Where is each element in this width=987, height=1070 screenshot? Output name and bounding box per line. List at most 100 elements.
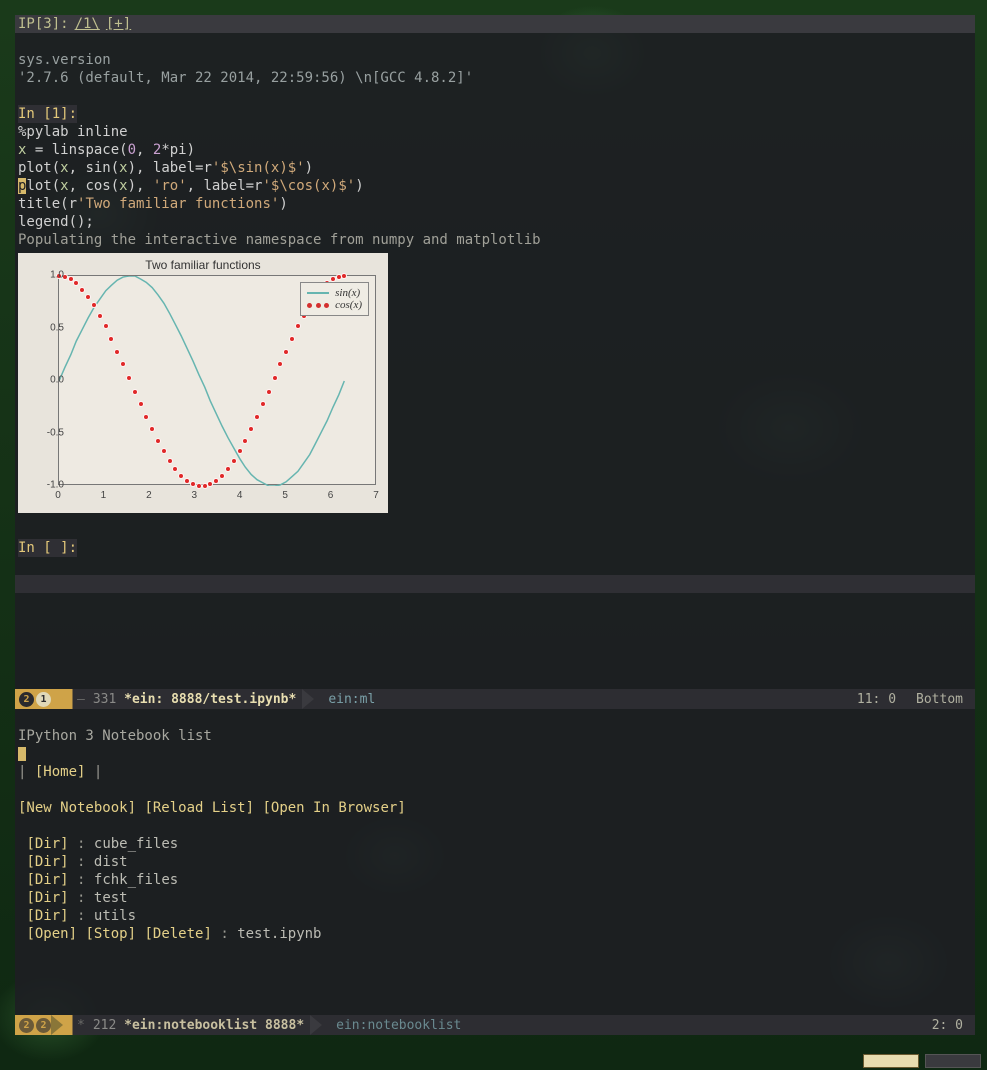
open-button[interactable]: [Open]: [26, 926, 77, 942]
stop-button[interactable]: [Stop]: [85, 926, 136, 942]
data-point: [91, 302, 97, 308]
in-prompt: In [ ]:: [18, 540, 77, 556]
workspace-badge[interactable]: 2: [19, 1018, 34, 1033]
data-point: [260, 401, 266, 407]
data-point: [289, 336, 295, 342]
add-cell-button[interactable]: [+]: [106, 16, 131, 32]
cursor-position: 11: 0: [857, 692, 896, 707]
code-line[interactable]: title(r'Two familiar functions'): [18, 196, 288, 212]
data-point: [172, 466, 178, 472]
modeline-num: 331: [93, 692, 116, 707]
taskbar-item[interactable]: [925, 1054, 981, 1068]
data-point: [143, 414, 149, 420]
data-point: [213, 478, 219, 484]
data-point: [225, 466, 231, 472]
modeline-sep: –: [69, 692, 93, 707]
output-line: '2.7.6 (default, Mar 22 2014, 22:59:56) …: [18, 70, 473, 86]
major-mode: ein:ml: [314, 692, 375, 707]
data-point: [138, 401, 144, 407]
notebook-pane: IP[3]: /1\ [+] sys.version '2.7.6 (defau…: [15, 15, 975, 689]
data-point: [149, 426, 155, 432]
modeline-top: 2 1 – 331 *ein: 8888/test.ipynb* ein:ml …: [15, 689, 975, 709]
data-point: [272, 375, 278, 381]
legend-entry: sin(x): [335, 287, 360, 299]
y-tick: -1.0: [47, 480, 64, 491]
data-point: [167, 458, 173, 464]
data-point: [237, 448, 243, 454]
y-tick: -0.5: [47, 427, 64, 438]
workspace-badge[interactable]: 2: [36, 1018, 51, 1033]
list-item[interactable]: [Dir] : fchk_files: [18, 872, 178, 888]
code-line[interactable]: %pylab inline: [18, 124, 128, 140]
list-item[interactable]: [Dir] : cube_files: [18, 836, 178, 852]
list-item[interactable]: [Dir] : utils: [18, 908, 136, 924]
ip-label: IP[3]:: [18, 16, 69, 32]
data-point: [254, 414, 260, 420]
output-line: Populating the interactive namespace fro…: [18, 232, 541, 248]
data-point: [295, 323, 301, 329]
empty-cell[interactable]: [15, 575, 975, 593]
workspace-badge[interactable]: 2: [19, 692, 34, 707]
taskbar: [0, 1054, 987, 1070]
data-point: [341, 273, 347, 279]
x-tick: 0: [55, 490, 61, 501]
modeline-num: 212: [93, 1018, 116, 1033]
list-item[interactable]: [Dir] : test: [18, 890, 128, 906]
x-tick: 3: [192, 490, 198, 501]
code-line[interactable]: plot(x, sin(x), label=r'$\sin(x)$'): [18, 160, 313, 176]
data-point: [126, 375, 132, 381]
scroll-position: Bottom: [916, 692, 963, 707]
list-item[interactable]: [Open] [Stop] [Delete] : test.ipynb: [18, 926, 322, 942]
y-tick: 0.5: [50, 322, 64, 333]
x-tick: 1: [101, 490, 107, 501]
data-point: [132, 389, 138, 395]
taskbar-item[interactable]: [863, 1054, 919, 1068]
code-line[interactable]: x = linspace(0, 2*pi): [18, 142, 195, 158]
major-mode: ein:notebooklist: [322, 1018, 461, 1033]
workspace-badge[interactable]: 1: [36, 692, 51, 707]
kernel-indicator[interactable]: /1\: [75, 16, 100, 32]
code-line[interactable]: plot(x, cos(x), 'ro', label=r'$\cos(x)$'…: [18, 178, 364, 194]
new-notebook-button[interactable]: [New Notebook]: [18, 800, 136, 816]
buffer-name[interactable]: *ein:notebooklist 8888*: [124, 1018, 304, 1033]
chart-legend: sin(x) cos(x): [300, 282, 369, 316]
chart-title: Two familiar functions: [18, 258, 388, 272]
data-point: [242, 438, 248, 444]
data-point: [79, 287, 85, 293]
buffer-name[interactable]: *ein: 8888/test.ipynb*: [124, 692, 296, 707]
data-point: [219, 473, 225, 479]
data-point: [178, 473, 184, 479]
x-tick: 4: [237, 490, 243, 501]
plot-area: sin(x) cos(x): [58, 275, 376, 485]
in-prompt: In [1]:: [18, 106, 77, 122]
pane-header: IP[3]: /1\ [+]: [15, 15, 975, 33]
delete-button[interactable]: [Delete]: [144, 926, 211, 942]
modeline-bottom: 2 2 * 212 *ein:notebooklist 8888* ein:no…: [15, 1015, 975, 1035]
data-point: [85, 294, 91, 300]
legend-dots-icon: [307, 303, 329, 308]
code-line[interactable]: legend();: [18, 214, 94, 230]
data-point: [108, 336, 114, 342]
cursor: [18, 747, 26, 761]
data-point: [114, 349, 120, 355]
list-item[interactable]: [Dir] : dist: [18, 854, 128, 870]
output-line: sys.version: [18, 52, 111, 68]
y-tick: 1.0: [50, 270, 64, 281]
legend-line-icon: [307, 292, 329, 294]
open-in-browser-button[interactable]: [Open In Browser]: [262, 800, 405, 816]
x-tick: 7: [373, 490, 379, 501]
data-point: [248, 426, 254, 432]
notebooklist-pane: IPython 3 Notebook list | [Home] | [New …: [15, 709, 975, 1035]
data-point: [155, 438, 161, 444]
home-button[interactable]: [Home]: [35, 764, 86, 780]
data-point: [283, 349, 289, 355]
legend-entry: cos(x): [335, 299, 362, 311]
modeline-star: *: [69, 1018, 93, 1033]
nblist-title: IPython 3 Notebook list: [18, 728, 212, 744]
reload-list-button[interactable]: [Reload List]: [144, 800, 254, 816]
cursor-position: 2: 0: [932, 1018, 963, 1033]
data-point: [231, 458, 237, 464]
x-tick: 6: [328, 490, 334, 501]
chart: Two familiar functions sin(x) cos(x) -1.: [18, 253, 388, 513]
data-point: [266, 389, 272, 395]
